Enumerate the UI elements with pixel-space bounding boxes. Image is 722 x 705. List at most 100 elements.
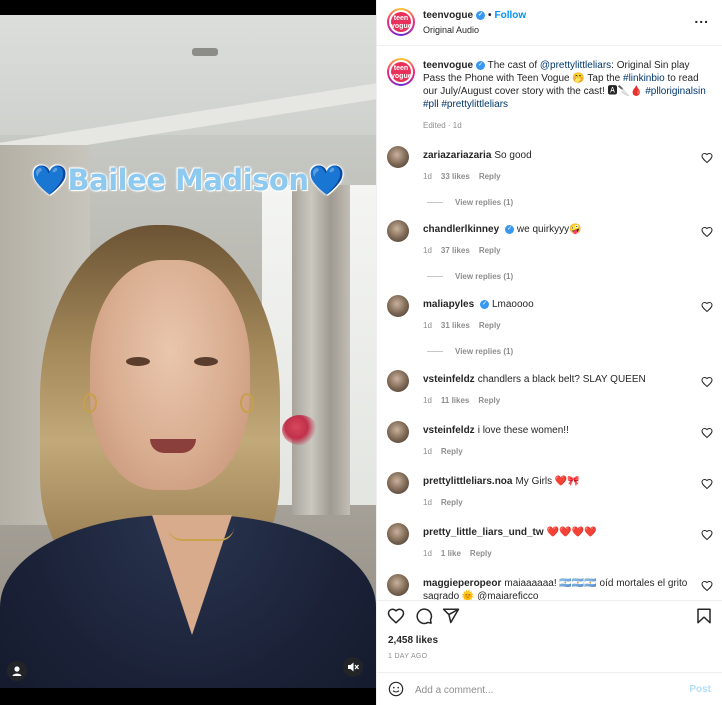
comment-body: maliapyles ✓ Lmaoooo — [423, 298, 693, 311]
bookmark-icon[interactable] — [695, 607, 713, 625]
replies-line — [427, 276, 443, 278]
reply-button[interactable]: Reply — [470, 549, 492, 558]
comment-username[interactable]: maggieperopeor — [423, 578, 501, 589]
post-panel: teen vogue teenvogue ✓ • Follow Original Au… — [376, 0, 722, 705]
caption-avatar[interactable]: teen vogue — [387, 58, 415, 86]
heart-icon[interactable] — [701, 226, 713, 238]
comment-text: So good — [494, 150, 532, 161]
avatar[interactable] — [387, 370, 409, 392]
comment-text: ❤️❤️❤️❤️ — [546, 527, 597, 538]
post-header: teen vogue teenvogue ✓ • Follow Original Au… — [377, 0, 722, 46]
caption-avatar-text: teen vogue — [391, 62, 412, 82]
heart-icon[interactable] — [387, 607, 405, 625]
reply-button[interactable]: Reply — [441, 447, 463, 456]
avatar-text: teen vogue — [391, 12, 412, 32]
replies-line — [427, 202, 443, 204]
comment-likes[interactable]: 1 like — [441, 549, 461, 558]
reply-button[interactable]: Reply — [479, 246, 501, 255]
avatar[interactable]: teen vogue — [387, 8, 415, 36]
comment-input[interactable] — [415, 680, 665, 700]
follow-button[interactable]: Follow — [495, 10, 527, 21]
person-icon[interactable] — [7, 661, 27, 681]
caption-link[interactable]: #linkinbio — [623, 73, 665, 84]
avatar[interactable] — [387, 421, 409, 443]
comment-body: vsteinfeldz chandlers a black belt? SLAY … — [423, 373, 693, 386]
comment-likes[interactable]: 11 likes — [441, 396, 469, 405]
avatar[interactable] — [387, 295, 409, 317]
comment-username[interactable]: zariazariazaria — [423, 150, 491, 161]
heart-icon[interactable] — [701, 427, 713, 439]
comment-time: 1d — [423, 321, 432, 330]
view-replies-label: View replies (1) — [455, 198, 514, 207]
more-options-icon[interactable]: ... — [694, 10, 709, 26]
replies-line — [427, 351, 443, 353]
comment-likes[interactable]: 37 likes — [441, 246, 470, 255]
view-replies-label: View replies (1) — [455, 347, 514, 356]
video-frame[interactable]: 💙Bailee Madison💙 — [0, 15, 376, 688]
heart-icon[interactable] — [701, 529, 713, 541]
person-icon-svg — [12, 666, 22, 676]
avatar[interactable] — [387, 472, 409, 494]
comment-username[interactable]: chandlerlkinney — [423, 224, 499, 235]
video-eye-left — [126, 357, 150, 366]
comment-time: 1d — [423, 246, 432, 255]
video-player[interactable]: 💙Bailee Madison💙 — [0, 0, 376, 705]
reply-button[interactable]: Reply — [478, 396, 500, 405]
header-username[interactable]: teenvogue — [423, 10, 473, 21]
heart-icon[interactable] — [701, 301, 713, 313]
comment-time: 1d — [423, 396, 432, 405]
heart-icon[interactable] — [701, 580, 713, 592]
reply-button[interactable]: Reply — [479, 172, 501, 181]
comment-meta: 1d 33 likes Reply — [423, 172, 510, 181]
view-replies-button[interactable]: View replies (1) — [427, 272, 513, 281]
comment-text: we quirkyyy🤪 — [516, 224, 582, 235]
likes-count[interactable]: 2,458 likes — [388, 635, 438, 646]
view-replies-label: View replies (1) — [455, 272, 514, 281]
post-caption: teen vogue teenvogue ✓ The cast of @prett… — [377, 54, 722, 136]
caption-mention[interactable]: @prettylittleliars — [540, 60, 611, 71]
verified-badge-icon: ✓ — [505, 224, 515, 234]
avatar[interactable] — [387, 220, 409, 242]
view-replies-button[interactable]: View replies (1) — [427, 198, 513, 207]
muted-speaker-icon[interactable] — [343, 657, 363, 677]
comment-username[interactable]: prettylittleliars.noa — [423, 476, 512, 487]
heart-icon[interactable] — [701, 376, 713, 388]
comment-text: chandlers a black belt? SLAY QUEEN — [477, 374, 646, 385]
caption-username[interactable]: teenvogue — [423, 60, 473, 71]
post-button[interactable]: Post — [689, 684, 711, 695]
comment-body: chandlerlkinney ✓ we quirkyyy🤪 — [423, 223, 693, 236]
comment-username[interactable]: maliapyles — [423, 299, 474, 310]
comment-item: maggieperopeor maiaaaaaa! 🇦🇷🇦🇷🇦🇷 oíd mort… — [377, 574, 722, 600]
avatar[interactable] — [387, 574, 409, 596]
add-comment-bar: Post — [377, 672, 722, 705]
caption-text: teenvogue ✓ The cast of @prettylittleliar… — [423, 59, 713, 111]
audio-link[interactable]: Original Audio — [423, 25, 479, 35]
comment-likes[interactable]: 31 likes — [441, 321, 470, 330]
reply-button[interactable]: Reply — [441, 498, 463, 507]
smiley-icon[interactable] — [388, 681, 404, 697]
video-necklace — [168, 527, 234, 541]
heart-icon[interactable] — [701, 152, 713, 164]
post-time: 1 DAY AGO — [388, 653, 428, 660]
comment-likes[interactable]: 33 likes — [441, 172, 470, 181]
heart-icon[interactable] — [701, 478, 713, 490]
comment-text: i love these women!! — [477, 425, 569, 436]
comment-username[interactable]: pretty_little_liars_und_tw — [423, 527, 544, 538]
comment-text: My Girls ❤️🎀 — [515, 476, 580, 487]
video-face — [90, 260, 250, 490]
paper-plane-icon[interactable] — [442, 607, 460, 625]
avatar[interactable] — [387, 523, 409, 545]
avatar[interactable] — [387, 146, 409, 168]
comment-username[interactable]: vsteinfeldz — [423, 374, 475, 385]
comment-body: vsteinfeldz i love these women!! — [423, 424, 693, 437]
comment-username[interactable]: vsteinfeldz — [423, 425, 475, 436]
verified-badge-icon: ✓ — [480, 299, 490, 309]
comment-bubble-icon[interactable] — [415, 607, 433, 625]
comment-body: pretty_little_liars_und_tw ❤️❤️❤️❤️ — [423, 526, 693, 539]
reply-button[interactable]: Reply — [479, 321, 501, 330]
caption-meta: Edited · 1d — [423, 121, 462, 130]
video-mouth — [150, 439, 196, 453]
header-user-row: teenvogue ✓ • Follow — [423, 10, 526, 21]
view-replies-button[interactable]: View replies (1) — [427, 347, 513, 356]
video-eye-right — [194, 357, 218, 366]
